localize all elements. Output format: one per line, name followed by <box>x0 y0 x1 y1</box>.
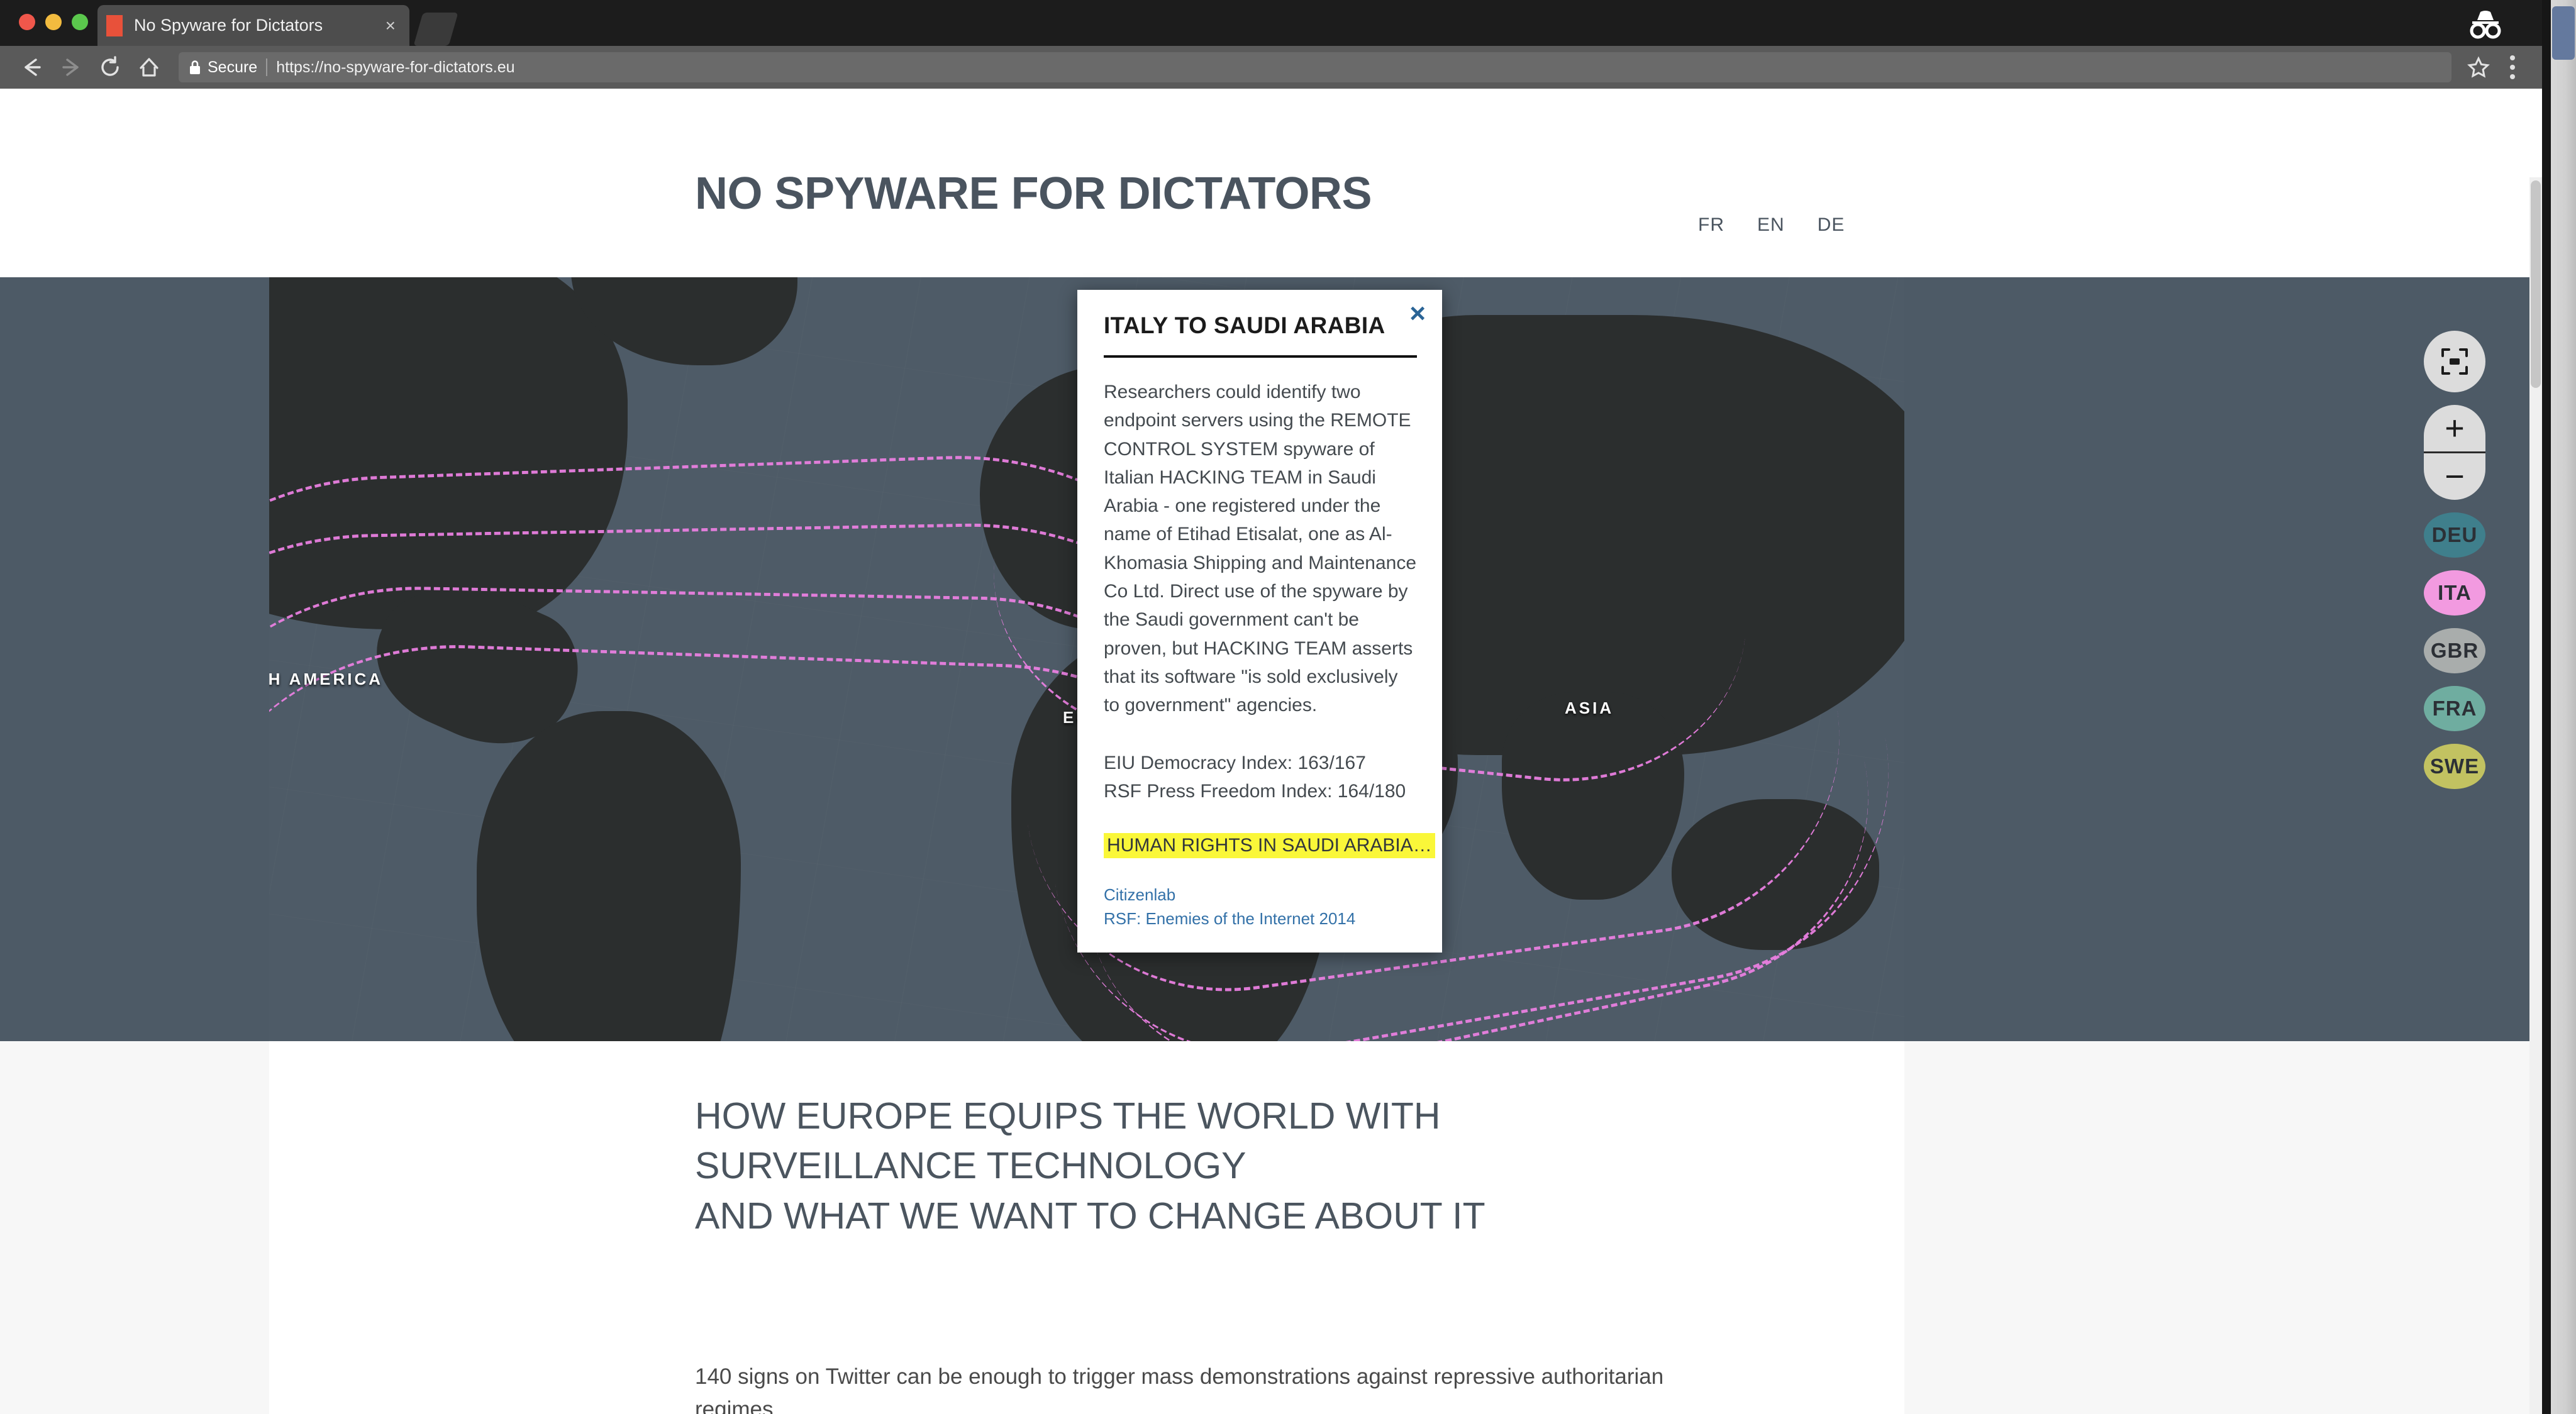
lock-icon <box>189 59 201 75</box>
rsf-press-freedom-index: RSF Press Freedom Index: 164/180 <box>1104 780 1406 802</box>
window-traffic-lights <box>19 14 88 30</box>
omnibox-divider <box>266 58 268 76</box>
zoom-out-button[interactable]: − <box>2424 453 2485 500</box>
popup-body-text: Researchers could identify two endpoint … <box>1104 382 1417 716</box>
tab-title: No Spyware for Dictators <box>134 16 323 35</box>
country-filter-ita[interactable]: ITA <box>2424 570 2485 616</box>
url-text: https://no-spyware-for-dictators.eu <box>276 58 515 76</box>
human-rights-link[interactable]: HUMAN RIGHTS IN SAUDI ARABIA… <box>1104 833 1435 859</box>
country-filter-gbr[interactable]: GBR <box>2424 628 2485 673</box>
reload-button[interactable] <box>91 48 130 87</box>
headline-line-3: AND WHAT WE WANT TO CHANGE ABOUT IT <box>695 1195 1485 1237</box>
browser-toolbar: Secure https://no-spyware-for-dictators.… <box>0 46 2542 89</box>
kebab-menu-icon[interactable] <box>2496 50 2529 84</box>
article-headline: HOW EUROPE EQUIPS THE WORLD WITH SURVEIL… <box>695 1091 1764 1241</box>
home-button[interactable] <box>130 48 169 87</box>
browser-tab[interactable]: No Spyware for Dictators × <box>97 5 409 46</box>
map-label-north-america: NORTH AMERICA <box>269 670 384 688</box>
map-label-asia: ASIA <box>1565 699 1614 717</box>
country-code-label: SWE <box>2429 754 2480 778</box>
close-icon[interactable]: × <box>1409 300 1426 328</box>
window-edge <box>2542 0 2551 1414</box>
popup-indices: EIU Democracy Index: 163/167 RSF Press F… <box>1104 749 1417 806</box>
country-code-label: GBR <box>2430 639 2479 662</box>
fullscreen-icon[interactable] <box>2424 331 2485 392</box>
page-title: NO SPYWARE FOR DICTATORS <box>695 168 1372 219</box>
popup-divider <box>1104 355 1417 358</box>
desktop-scrollbar-thumb[interactable] <box>2552 6 2575 60</box>
close-tab-icon[interactable]: × <box>380 16 401 35</box>
browser-window: No Spyware for Dictators × Secure https:… <box>0 0 2542 1414</box>
page-viewport: NO SPYWARE FOR DICTATORS FR EN DE H AMER… <box>0 89 2542 1414</box>
zoom-controls: + − <box>2424 405 2485 500</box>
tab-strip: No Spyware for Dictators × <box>0 0 2542 46</box>
lang-de[interactable]: DE <box>1818 214 1845 236</box>
country-code-label: ITA <box>2438 581 2472 604</box>
article-paragraph-1: 140 signs on Twitter can be enough to tr… <box>695 1364 1664 1414</box>
close-window-button[interactable] <box>19 14 35 30</box>
incognito-icon <box>2463 6 2507 40</box>
minimize-window-button[interactable] <box>45 14 62 30</box>
headline-line-1: HOW EUROPE EQUIPS THE WORLD WITH <box>695 1095 1441 1137</box>
security-status: Secure <box>208 58 258 76</box>
lang-en[interactable]: EN <box>1757 214 1785 236</box>
eiu-democracy-index: EIU Democracy Index: 163/167 <box>1104 752 1366 773</box>
address-bar[interactable]: Secure https://no-spyware-for-dictators.… <box>179 52 2451 82</box>
star-icon[interactable] <box>2462 50 2496 84</box>
zoom-in-button[interactable]: + <box>2424 405 2485 451</box>
country-filter-fra[interactable]: FRA <box>2424 686 2485 731</box>
country-code-label: FRA <box>2432 697 2477 720</box>
country-code-label: DEU <box>2431 523 2478 546</box>
headline-line-2: SURVEILLANCE TECHNOLOGY <box>695 1145 1246 1187</box>
source-link-rsf[interactable]: RSF: Enemies of the Internet 2014 <box>1104 907 1417 931</box>
language-switcher: FR EN DE <box>1698 214 1845 236</box>
zoom-window-button[interactable] <box>72 14 88 30</box>
desktop-scrollbar-track[interactable] <box>2551 0 2576 1414</box>
forward-button[interactable] <box>52 48 91 87</box>
country-filter-swe[interactable]: SWE <box>2424 744 2485 789</box>
page-scrollbar-thumb[interactable] <box>2531 180 2541 388</box>
map-controls: + − DEU ITA GBR FRA SWE <box>2420 331 2489 789</box>
back-button[interactable] <box>13 48 52 87</box>
new-tab-button[interactable] <box>413 13 458 46</box>
map-info-popup: × ITALY TO SAUDI ARABIA Researchers coul… <box>1077 290 1442 953</box>
country-filter-deu[interactable]: DEU <box>2424 512 2485 558</box>
source-link-citizenlab[interactable]: Citizenlab <box>1104 883 1417 907</box>
popup-sources: Citizenlab RSF: Enemies of the Internet … <box>1104 883 1417 931</box>
lang-fr[interactable]: FR <box>1698 214 1724 236</box>
favicon <box>106 14 123 36</box>
popup-title: ITALY TO SAUDI ARABIA <box>1104 312 1385 338</box>
